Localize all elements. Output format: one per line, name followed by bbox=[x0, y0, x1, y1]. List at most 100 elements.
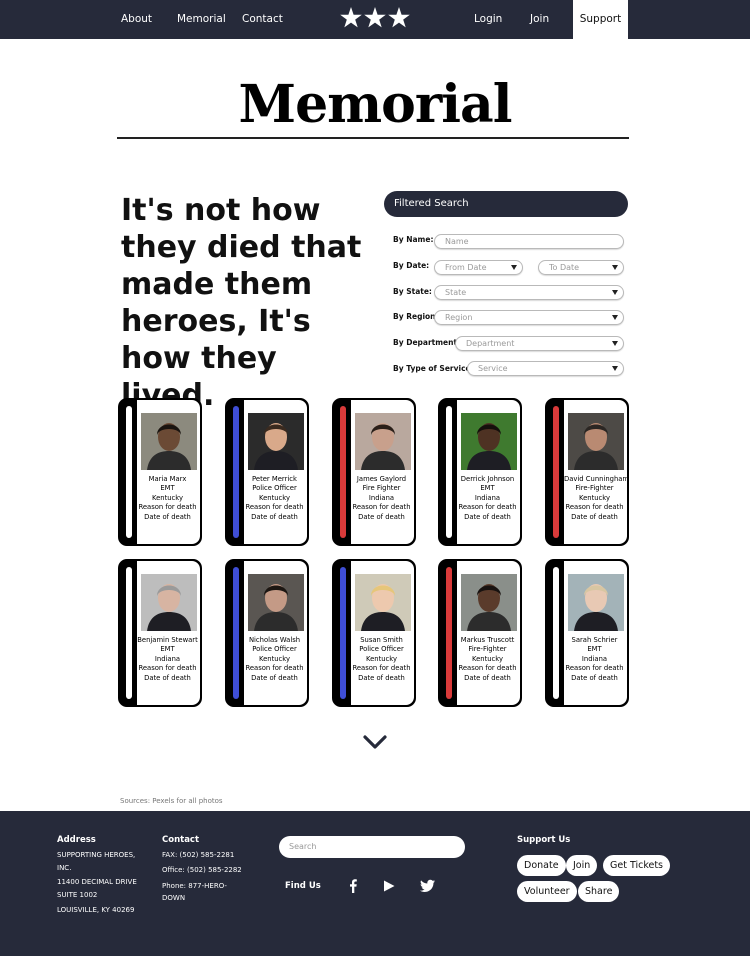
caret-down-icon bbox=[612, 315, 618, 320]
region-select[interactable]: Region bbox=[434, 310, 624, 325]
facebook-icon[interactable] bbox=[346, 879, 360, 893]
nav-about[interactable]: About bbox=[121, 0, 152, 39]
nav-contact[interactable]: Contact bbox=[242, 0, 283, 39]
youtube-icon[interactable] bbox=[382, 879, 396, 893]
state-select[interactable]: State bbox=[434, 285, 624, 300]
caret-down-icon bbox=[612, 341, 618, 346]
title-divider bbox=[117, 137, 629, 139]
hero-card-body: Derrick Johnson EMT Indiana Reason for deat… bbox=[457, 400, 520, 544]
hero-photo bbox=[568, 574, 624, 631]
hero-card[interactable]: Peter Merrick Police Officer Kentucky Reaso… bbox=[225, 398, 309, 546]
hero-card[interactable]: Markus Truscott Fire-Fighter Kentucky Reaso… bbox=[438, 559, 522, 707]
hero-card-body: Nicholas Walsh Police Officer Kentucky Reas… bbox=[244, 561, 307, 705]
nav-join[interactable]: Join bbox=[530, 0, 549, 39]
contact-line: DOWN bbox=[162, 894, 186, 902]
hero-photo bbox=[355, 574, 411, 631]
get-tickets-button[interactable]: Get Tickets bbox=[603, 855, 671, 876]
hero-reason: Reason for death bbox=[352, 664, 411, 673]
find-us-label: Find Us bbox=[285, 881, 321, 891]
from-date-select[interactable]: From Date bbox=[434, 260, 523, 275]
hero-info: Susan Smith Police Officer Kentucky Reason … bbox=[351, 636, 412, 683]
volunteer-button[interactable]: Volunteer bbox=[517, 881, 577, 902]
hero-reason: Reason for death bbox=[565, 503, 624, 512]
hero-photo bbox=[248, 574, 304, 631]
nav-support[interactable]: Support bbox=[573, 0, 628, 40]
hero-role: Fire-Fighter bbox=[468, 645, 507, 654]
service-stripe bbox=[553, 406, 559, 538]
hero-name: Sarah Schrier bbox=[571, 636, 618, 644]
hero-photo bbox=[461, 413, 517, 470]
hero-reason: Reason for death bbox=[352, 503, 411, 512]
filter-label-date: By Date: bbox=[393, 261, 430, 270]
service-stripe bbox=[553, 567, 559, 699]
nav-login[interactable]: Login bbox=[474, 0, 502, 39]
hero-state: Indiana bbox=[368, 493, 395, 502]
hero-info: James Gaylord Fire Fighter Indiana Reason f… bbox=[351, 475, 412, 522]
hero-card[interactable]: Maria Marx EMT Kentucky Reason for death Dat… bbox=[118, 398, 202, 546]
caret-down-icon bbox=[511, 265, 517, 270]
hero-date: Date of death bbox=[571, 512, 618, 521]
share-button[interactable]: Share bbox=[578, 881, 620, 902]
nav-memorial[interactable]: Memorial bbox=[177, 0, 226, 39]
join-button[interactable]: Join bbox=[566, 855, 598, 876]
caret-down-icon bbox=[612, 265, 618, 270]
footer-search-input[interactable]: Search bbox=[279, 836, 465, 858]
filter-label-service: By Type of Service: bbox=[393, 364, 474, 373]
region-placeholder: Region bbox=[445, 313, 473, 322]
to-date-select[interactable]: To Date bbox=[538, 260, 624, 275]
hero-photo bbox=[461, 574, 517, 631]
hero-state: Kentucky bbox=[471, 654, 504, 663]
hero-role: EMT bbox=[160, 484, 175, 493]
hero-photo bbox=[141, 574, 197, 631]
hero-card[interactable]: Sarah Schrier EMT Indiana Reason for death D… bbox=[545, 559, 629, 707]
hero-role: Police Officer bbox=[359, 645, 404, 654]
hero-card-body: Sarah Schrier EMT Indiana Reason for death D… bbox=[564, 561, 627, 705]
hero-date: Date of death bbox=[144, 512, 191, 521]
hero-card[interactable]: James Gaylord Fire Fighter Indiana Reason f… bbox=[332, 398, 416, 546]
hero-info: David Cunningham Fire-Fighter Kentucky Reas… bbox=[564, 475, 629, 522]
hero-reason: Reason for death bbox=[458, 503, 517, 512]
service-select[interactable]: Service bbox=[467, 361, 624, 376]
hero-card-body: Susan Smith Police Officer Kentucky Reason … bbox=[351, 561, 414, 705]
hero-card-body: James Gaylord Fire Fighter Indiana Reason f… bbox=[351, 400, 414, 544]
hero-card[interactable]: Susan Smith Police Officer Kentucky Reason … bbox=[332, 559, 416, 707]
service-placeholder: Service bbox=[478, 364, 508, 373]
hero-role: EMT bbox=[587, 645, 602, 654]
hero-name: Benjamin Stewart bbox=[137, 636, 198, 644]
filter-label-state: By State: bbox=[393, 287, 432, 296]
filter-label-name: By Name: bbox=[393, 235, 434, 244]
from-date-placeholder: From Date bbox=[445, 263, 487, 272]
hero-name: Markus Truscott bbox=[460, 636, 515, 644]
hero-name: Derrick Johnson bbox=[460, 475, 515, 483]
filter-label-region: By Region: bbox=[393, 312, 439, 321]
service-stripe bbox=[340, 567, 346, 699]
hero-reason: Reason for death bbox=[138, 664, 197, 673]
three-stars-icon[interactable] bbox=[340, 6, 410, 32]
hero-info: Markus Truscott Fire-Fighter Kentucky Reaso… bbox=[457, 636, 518, 683]
hero-date: Date of death bbox=[251, 673, 298, 682]
department-select[interactable]: Department bbox=[455, 336, 624, 351]
hero-name: Nicholas Walsh bbox=[248, 636, 301, 644]
filtered-search-header: Filtered Search bbox=[384, 191, 628, 217]
hero-date: Date of death bbox=[464, 512, 511, 521]
hero-card[interactable]: Benjamin Stewart EMT Indiana Reason for dea… bbox=[118, 559, 202, 707]
contact-line: Office: (502) 585-2282 bbox=[162, 866, 242, 874]
donate-button[interactable]: Donate bbox=[517, 855, 566, 876]
hero-card[interactable]: David Cunningham Fire-Fighter Kentucky Reas… bbox=[545, 398, 629, 546]
hero-date: Date of death bbox=[358, 512, 405, 521]
hero-card[interactable]: Derrick Johnson EMT Indiana Reason for deat… bbox=[438, 398, 522, 546]
contact-line: FAX: (502) 585-2281 bbox=[162, 851, 235, 859]
hero-state: Kentucky bbox=[578, 493, 611, 502]
hero-info: Benjamin Stewart EMT Indiana Reason for dea… bbox=[137, 636, 198, 683]
twitter-icon[interactable] bbox=[420, 879, 435, 893]
hero-state: Kentucky bbox=[365, 654, 398, 663]
service-stripe bbox=[126, 567, 132, 699]
state-placeholder: State bbox=[445, 288, 467, 297]
department-placeholder: Department bbox=[466, 339, 515, 348]
hero-card[interactable]: Nicholas Walsh Police Officer Kentucky Reas… bbox=[225, 559, 309, 707]
name-input[interactable]: Name bbox=[434, 234, 624, 249]
hero-name: David Cunningham bbox=[564, 475, 629, 483]
hero-photo bbox=[355, 413, 411, 470]
chevron-down-icon[interactable] bbox=[363, 734, 387, 750]
hero-role: Police Officer bbox=[252, 645, 297, 654]
